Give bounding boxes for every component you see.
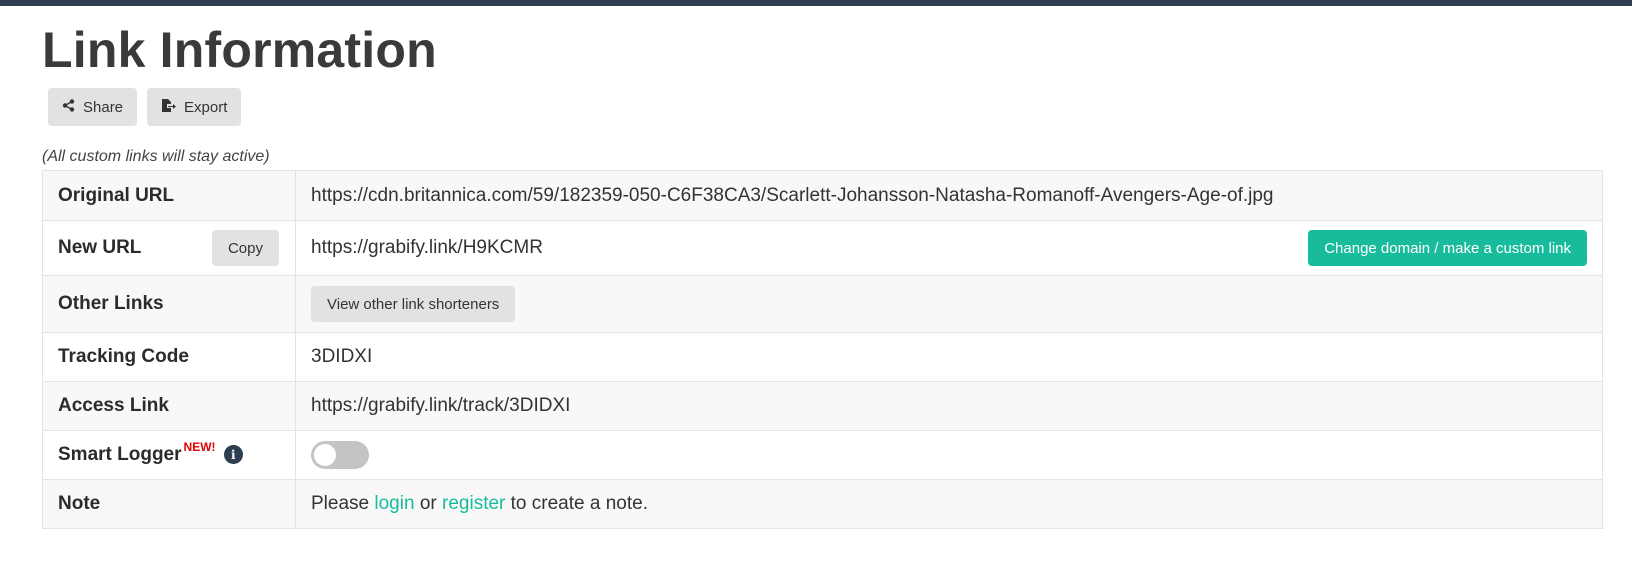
new-url-cell: New URL Copy bbox=[42, 220, 296, 276]
custom-link-button[interactable]: Change domain / make a custom link bbox=[1308, 230, 1587, 266]
smart-logger-toggle-cell bbox=[295, 430, 1603, 480]
share-label: Share bbox=[83, 98, 124, 116]
table-row: New URL Copy https://grabify.link/H9KCMR… bbox=[42, 220, 1603, 276]
table-row: Smart Logger NEW! i bbox=[42, 430, 1603, 480]
smart-logger-toggle[interactable] bbox=[311, 441, 369, 469]
login-link[interactable]: login bbox=[374, 493, 414, 514]
custom-links-note: (All custom links will stay active) bbox=[42, 148, 270, 165]
table-row: Other Links View other link shorteners bbox=[42, 275, 1603, 333]
smart-logger-label: Smart Logger bbox=[58, 444, 182, 465]
table-row: Note Please login or register to create … bbox=[42, 479, 1603, 529]
smart-logger-cell: Smart Logger NEW! i bbox=[42, 430, 296, 480]
share-icon bbox=[62, 98, 75, 116]
note-prefix: Please bbox=[311, 493, 370, 514]
toggle-knob bbox=[314, 444, 336, 466]
page-title: Link Information bbox=[42, 22, 437, 78]
toolbar: Share Export bbox=[48, 88, 242, 126]
new-url-cell-value: https://grabify.link/H9KCMR Change domai… bbox=[295, 220, 1603, 276]
export-icon bbox=[161, 98, 177, 117]
other-links-label: Other Links bbox=[42, 275, 296, 333]
new-url-label: New URL bbox=[58, 237, 142, 258]
copy-button[interactable]: Copy bbox=[211, 230, 279, 266]
tracking-code-value: 3DIDXI bbox=[295, 332, 1603, 382]
access-link-label: Access Link bbox=[42, 381, 296, 431]
view-other-shorteners-button[interactable]: View other link shorteners bbox=[311, 286, 516, 322]
export-button[interactable]: Export bbox=[147, 88, 242, 126]
note-cell: Please login or register to create a not… bbox=[295, 479, 1603, 529]
export-label: Export bbox=[184, 98, 228, 116]
original-url-value: https://cdn.britannica.com/59/182359-050… bbox=[295, 170, 1603, 221]
tracking-code-label: Tracking Code bbox=[42, 332, 296, 382]
link-info-table: Original URL https://cdn.britannica.com/… bbox=[42, 170, 1603, 529]
top-bar bbox=[0, 0, 1632, 6]
note-label: Note bbox=[42, 479, 296, 529]
other-links-cell: View other link shorteners bbox=[295, 275, 1603, 333]
new-url-value: https://grabify.link/H9KCMR bbox=[311, 237, 543, 258]
note-or: or bbox=[419, 493, 437, 514]
register-link[interactable]: register bbox=[442, 493, 505, 514]
share-button[interactable]: Share bbox=[48, 88, 138, 126]
new-badge: NEW! bbox=[183, 440, 216, 454]
table-row: Access Link https://grabify.link/track/3… bbox=[42, 381, 1603, 431]
note-suffix: to create a note. bbox=[510, 493, 648, 514]
original-url-label: Original URL bbox=[42, 170, 296, 221]
table-row: Original URL https://cdn.britannica.com/… bbox=[42, 170, 1603, 221]
access-link-value: https://grabify.link/track/3DIDXI bbox=[295, 381, 1603, 431]
info-icon[interactable]: i bbox=[223, 445, 243, 465]
table-row: Tracking Code 3DIDXI bbox=[42, 332, 1603, 382]
